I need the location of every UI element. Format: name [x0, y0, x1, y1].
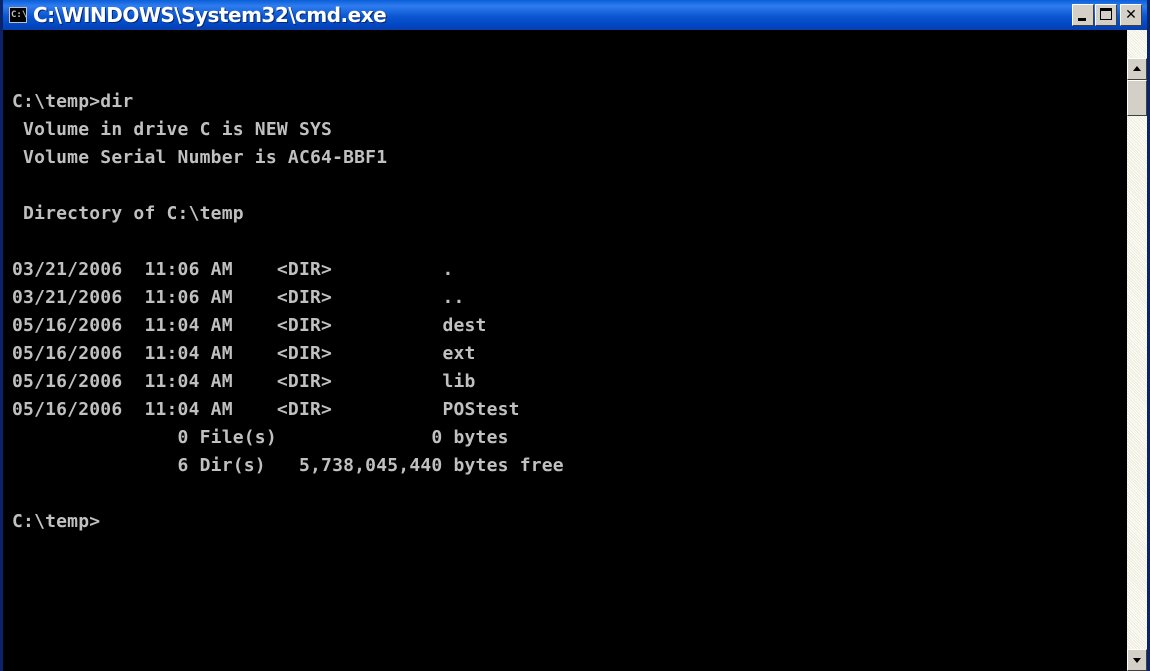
window-title: C:\WINDOWS\System32\cmd.exe [33, 3, 387, 27]
console-line: Volume Serial Number is AC64-BBF1 [12, 147, 388, 168]
scroll-up-button[interactable] [1127, 58, 1147, 80]
title-bar[interactable]: C:\ C:\WINDOWS\System32\cmd.exe ✕ [3, 0, 1147, 30]
minimize-icon [1078, 18, 1086, 21]
console-output[interactable]: C:\temp>dir Volume in drive C is NEW SYS… [3, 30, 1127, 671]
console-line: 03/21/2006 11:06 AM <DIR> . [12, 259, 454, 280]
console-line: 05/16/2006 11:04 AM <DIR> lib [12, 371, 476, 392]
scroll-down-button[interactable] [1127, 649, 1147, 671]
console-line: C:\temp>dir [12, 91, 134, 112]
console-line: 6 Dir(s) 5,738,045,440 bytes free [12, 455, 564, 476]
console-line: 05/16/2006 11:04 AM <DIR> dest [12, 315, 487, 336]
console-line: 05/16/2006 11:04 AM <DIR> ext [12, 343, 476, 364]
cmd-window: C:\ C:\WINDOWS\System32\cmd.exe ✕ C:\tem… [0, 0, 1150, 671]
console-line: Volume in drive C is NEW SYS [12, 119, 333, 140]
console-prompt: C:\temp> [12, 511, 101, 532]
console-line: 05/16/2006 11:04 AM <DIR> POStest [12, 399, 520, 420]
minimize-button[interactable] [1072, 4, 1094, 26]
maximize-icon [1100, 8, 1112, 20]
scrollbar-thumb[interactable] [1127, 80, 1147, 116]
maximize-button[interactable] [1095, 4, 1117, 26]
close-icon: ✕ [1125, 7, 1137, 23]
console-line: 0 File(s) 0 bytes [12, 427, 509, 448]
arrow-up-icon [1133, 66, 1141, 71]
console-line: 03/21/2006 11:06 AM <DIR> .. [12, 287, 465, 308]
close-button[interactable]: ✕ [1120, 4, 1142, 26]
console-icon[interactable]: C:\ [9, 7, 27, 23]
console-line: Directory of C:\temp [12, 203, 244, 224]
vertical-scrollbar[interactable] [1127, 30, 1147, 671]
arrow-down-icon [1133, 658, 1141, 663]
